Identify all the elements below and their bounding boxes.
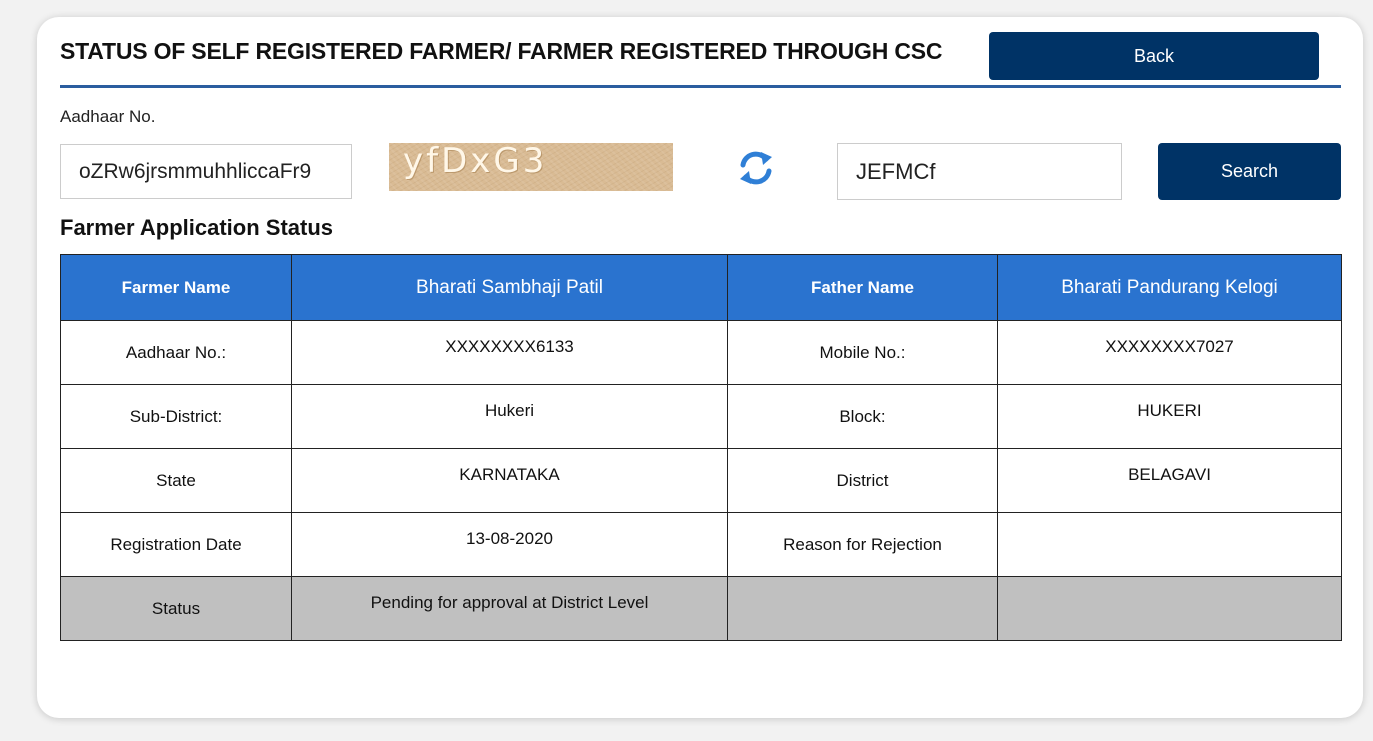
row-label: Mobile No.: xyxy=(727,320,998,385)
row-value xyxy=(997,512,1342,577)
refresh-captcha-button[interactable] xyxy=(737,148,775,188)
table-row: Registration Date 13-08-2020 Reason for … xyxy=(60,512,1342,577)
status-table: Farmer Name Bharati Sambhaji Patil Fathe… xyxy=(60,254,1342,641)
captcha-input[interactable] xyxy=(837,143,1122,200)
row-label: Registration Date xyxy=(60,512,292,577)
row-label: Reason for Rejection xyxy=(727,512,998,577)
father-name-value: Bharati Pandurang Kelogi xyxy=(997,254,1342,321)
page-title: STATUS OF SELF REGISTERED FARMER/ FARMER… xyxy=(60,38,943,64)
row-value: 13-08-2020 xyxy=(291,512,728,577)
row-value xyxy=(997,576,1342,641)
table-row: State KARNATAKA District BELAGAVI xyxy=(60,448,1342,513)
refresh-icon xyxy=(740,151,772,185)
farmer-name-label: Farmer Name xyxy=(60,254,292,321)
aadhaar-input[interactable] xyxy=(60,144,352,199)
row-label: Block: xyxy=(727,384,998,449)
row-label: State xyxy=(60,448,292,513)
row-label: District xyxy=(727,448,998,513)
row-value: BELAGAVI xyxy=(997,448,1342,513)
father-name-label: Father Name xyxy=(727,254,998,321)
table-row: Sub-District: Hukeri Block: HUKERI xyxy=(60,384,1342,449)
row-value: HUKERI xyxy=(997,384,1342,449)
row-label: Status xyxy=(60,576,292,641)
row-value: XXXXXXXX6133 xyxy=(291,320,728,385)
captcha-text: yfDxG3 xyxy=(403,143,548,181)
aadhaar-label: Aadhaar No. xyxy=(60,107,156,126)
status-row: Status Pending for approval at District … xyxy=(60,576,1342,641)
row-label: Sub-District: xyxy=(60,384,292,449)
row-label: Aadhaar No.: xyxy=(60,320,292,385)
table-header-row: Farmer Name Bharati Sambhaji Patil Fathe… xyxy=(60,254,1342,321)
captcha-image: yfDxG3 xyxy=(389,143,673,191)
section-title: Farmer Application Status xyxy=(60,215,334,240)
farmer-name-value: Bharati Sambhaji Patil xyxy=(291,254,728,321)
row-value: Hukeri xyxy=(291,384,728,449)
search-button[interactable]: Search xyxy=(1158,143,1341,200)
table-row: Aadhaar No.: XXXXXXXX6133 Mobile No.: XX… xyxy=(60,320,1342,385)
row-value: KARNATAKA xyxy=(291,448,728,513)
status-card: STATUS OF SELF REGISTERED FARMER/ FARMER… xyxy=(37,17,1363,718)
row-label xyxy=(727,576,998,641)
status-value: Pending for approval at District Level xyxy=(291,576,728,641)
back-button[interactable]: Back xyxy=(989,32,1319,80)
row-value: XXXXXXXX7027 xyxy=(997,320,1342,385)
page-header: STATUS OF SELF REGISTERED FARMER/ FARMER… xyxy=(60,17,1341,88)
